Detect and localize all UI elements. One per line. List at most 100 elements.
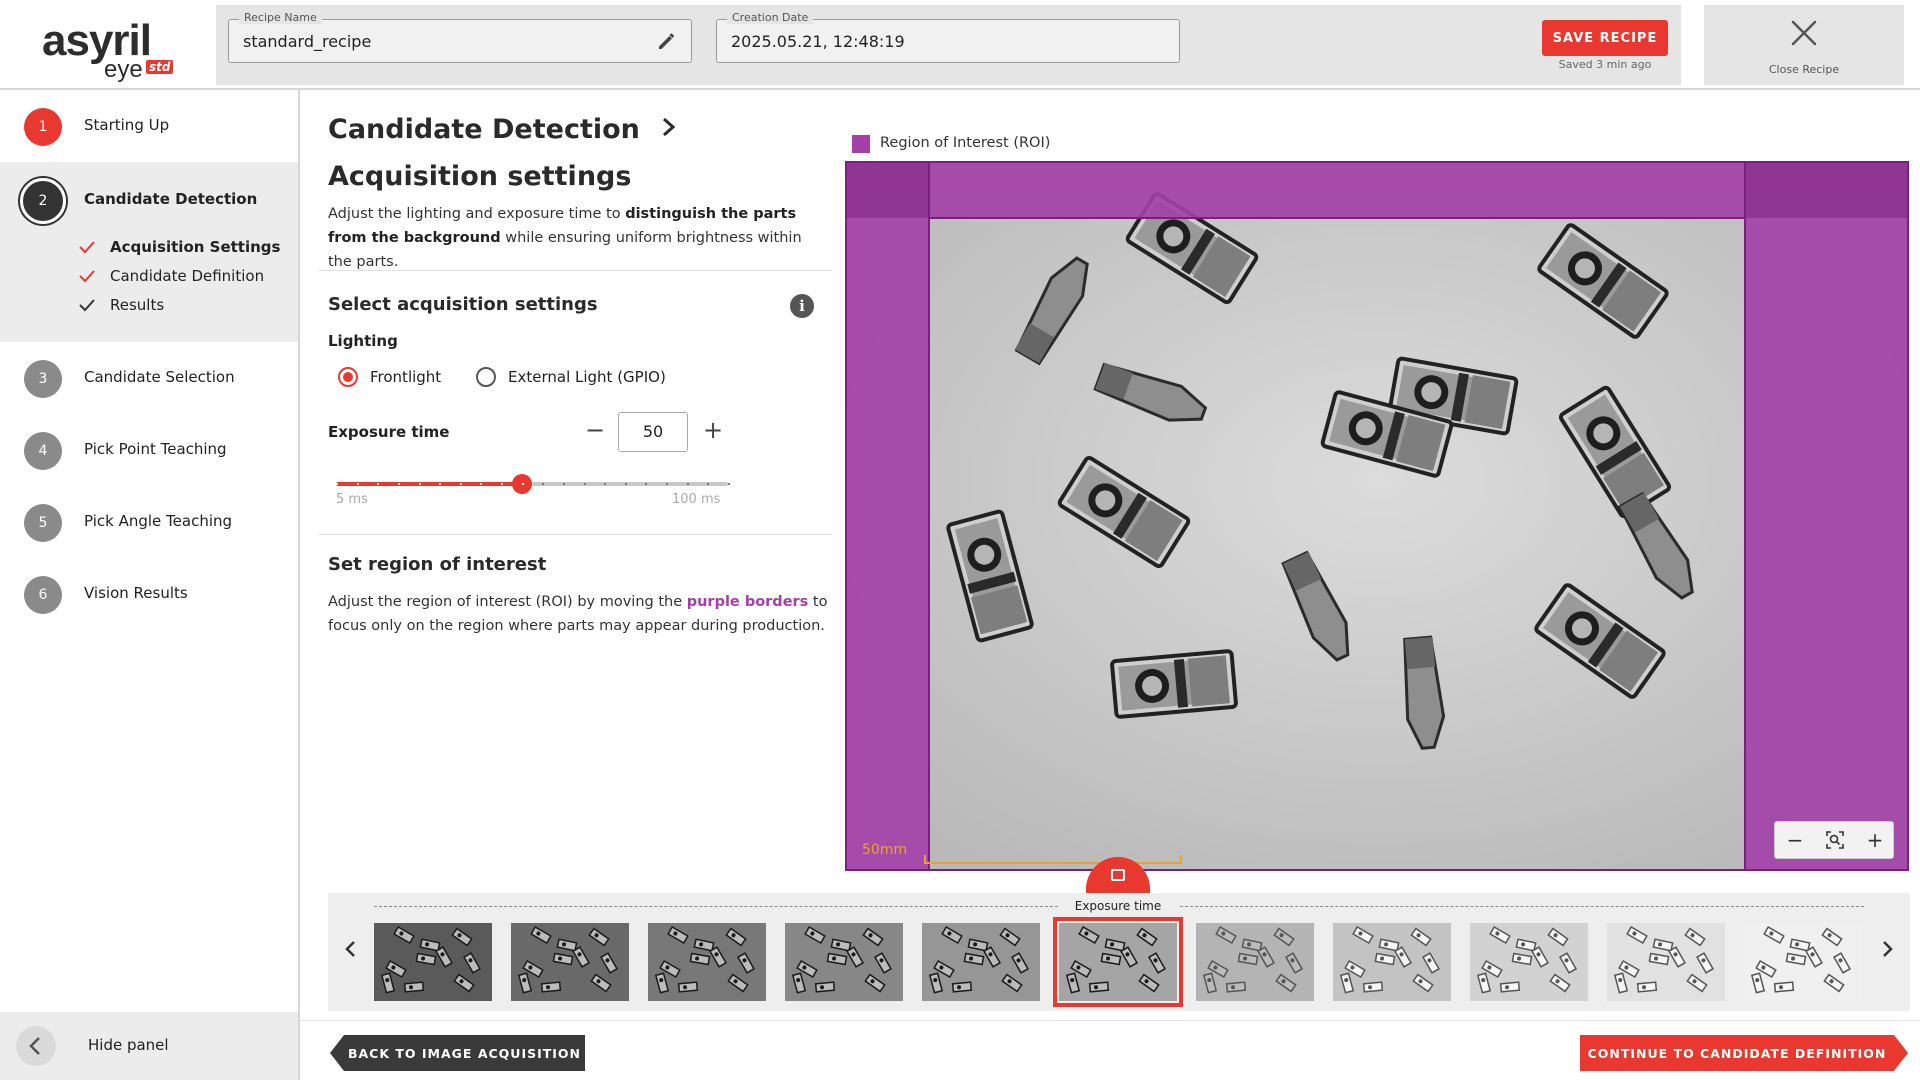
slider-tick [501,483,503,485]
slider-tick [666,483,668,485]
slider-tick [336,483,338,485]
step-label: Starting Up [84,116,170,134]
radio-label: Frontlight [370,368,442,386]
exposure-thumbnail[interactable] [648,923,766,1001]
step-number: 3 [24,360,62,398]
exposure-thumbnail[interactable] [1744,923,1862,1001]
desc-text: Adjust the lighting and exposure time to [328,206,626,222]
exposure-thumbnail[interactable] [511,923,629,1001]
slider-tick [584,483,586,485]
back-to-image-acquisition-button[interactable]: BACK TO IMAGE ACQUISITION [330,1035,585,1071]
substep-label: Candidate Definition [110,267,265,285]
continue-to-candidate-definition-button[interactable]: CONTINUE TO CANDIDATE DEFINITION [1580,1035,1908,1071]
section-title-roi: Set region of interest [328,554,547,575]
step-label: Vision Results [84,584,188,602]
fit-screen-icon [1826,831,1844,849]
close-icon [1791,20,1817,46]
image-icon [1111,869,1125,881]
step-number: 2 [20,178,66,224]
pencil-icon[interactable] [655,29,679,53]
exposure-label: Exposure time [328,423,450,441]
substep-label: Acquisition Settings [110,238,281,256]
exposure-slider[interactable] [336,474,730,494]
hide-panel-label: Hide panel [88,1036,169,1054]
strip-prev-button[interactable] [336,933,366,973]
zoom-in-button[interactable]: + [1855,822,1895,858]
slider-min-label: 5 ms [336,492,368,507]
steps-sidebar: 1 Starting Up 2 Candidate Detection Acqu… [0,90,300,1080]
page-description: Adjust the lighting and exposure time to… [328,202,828,274]
creation-date-label: Creation Date [727,11,814,24]
title-part-2: Acquisition settings [328,161,632,192]
chevron-left-icon [345,941,355,957]
exposure-thumbnail[interactable] [785,923,903,1001]
recipe-name-value: standard_recipe [243,32,372,51]
sidebar-step-candidate-detection[interactable]: 2 Candidate Detection Acquisition Settin… [0,162,298,342]
chevron-right-icon [1883,941,1893,957]
recipe-name-label: Recipe Name [239,11,322,24]
slider-tick [687,483,689,485]
top-header: asyril eye std Recipe Name standard_reci… [0,0,1920,90]
exposure-input[interactable]: 50 [618,412,688,452]
step-label: Pick Angle Teaching [84,512,233,530]
step-label: Pick Point Teaching [84,440,227,458]
sidebar-step-pick-angle-teaching[interactable]: 5 Pick Angle Teaching [0,486,298,558]
strip-next-button[interactable] [1872,933,1902,973]
hide-panel-circle [16,1026,56,1066]
info-icon[interactable]: i [790,294,814,318]
slider-tick [604,483,606,485]
exposure-thumbnail[interactable] [1470,923,1588,1001]
divider [318,270,832,271]
save-recipe-button[interactable]: SAVE RECIPE [1542,20,1668,56]
logo-edition: std [146,60,174,74]
slider-tick [357,483,359,485]
sidebar-step-vision-results[interactable]: 6 Vision Results [0,558,298,630]
exposure-thumbnail[interactable] [922,923,1040,1001]
exposure-thumbnail[interactable] [1053,917,1183,1007]
radio-circle [476,367,496,387]
camera-image-viewer[interactable] [845,161,1909,871]
scale-label: 50mm [862,842,908,858]
exposure-thumbnail[interactable] [1196,923,1314,1001]
title-part-1: Candidate Detection [328,114,640,145]
breadcrumb-chevron-icon [649,106,689,153]
exposure-thumbnail[interactable] [374,923,492,1001]
zoom-fit-button[interactable] [1815,822,1855,858]
exposure-increment-button[interactable]: + [696,410,730,450]
slider-tick [707,483,709,485]
page-title: Candidate Detection Acquisition settings [328,106,828,200]
lighting-label: Lighting [328,332,398,350]
step-label: Candidate Detection [84,190,258,208]
exposure-thumbnail[interactable] [1333,923,1451,1001]
slider-tick [480,483,482,485]
exposure-thumbnail[interactable] [1607,923,1725,1001]
step-number: 6 [24,576,62,614]
check-icon [79,241,95,254]
sidebar-step-pick-point-teaching[interactable]: 4 Pick Point Teaching [0,414,298,486]
saved-status: Saved 3 min ago [1558,58,1652,71]
hide-panel-button[interactable]: Hide panel [0,1012,298,1080]
zoom-out-button[interactable]: − [1775,822,1815,858]
creation-date-field: Creation Date 2025.05.21, 12:48:19 [716,11,1180,63]
step-number: 4 [24,432,62,470]
sidebar-step-candidate-selection[interactable]: 3 Candidate Selection [0,342,298,414]
close-recipe-button[interactable]: Close Recipe [1704,5,1904,85]
substep-label: Results [110,296,165,314]
slider-tick [439,483,441,485]
section-title-acquisition: Select acquisition settings [328,294,598,315]
exposure-decrement-button[interactable]: − [578,410,612,450]
slider-tick [398,483,400,485]
sidebar-step-starting-up[interactable]: 1 Starting Up [0,90,298,162]
creation-date-value: 2025.05.21, 12:48:19 [731,32,905,51]
check-icon [79,270,95,283]
slider-tick [645,483,647,485]
close-recipe-label: Close Recipe [1768,63,1840,76]
step-number: 1 [24,108,62,146]
footer-bar: BACK TO IMAGE ACQUISITION CONTINUE TO CA… [300,1020,1920,1080]
slider-tick [563,483,565,485]
logo-product: eye [104,56,143,83]
slider-tick [625,483,627,485]
recipe-name-field[interactable]: Recipe Name standard_recipe [228,11,692,63]
step-number: 5 [24,504,62,542]
asyril-logo: asyril eye std [36,12,186,83]
